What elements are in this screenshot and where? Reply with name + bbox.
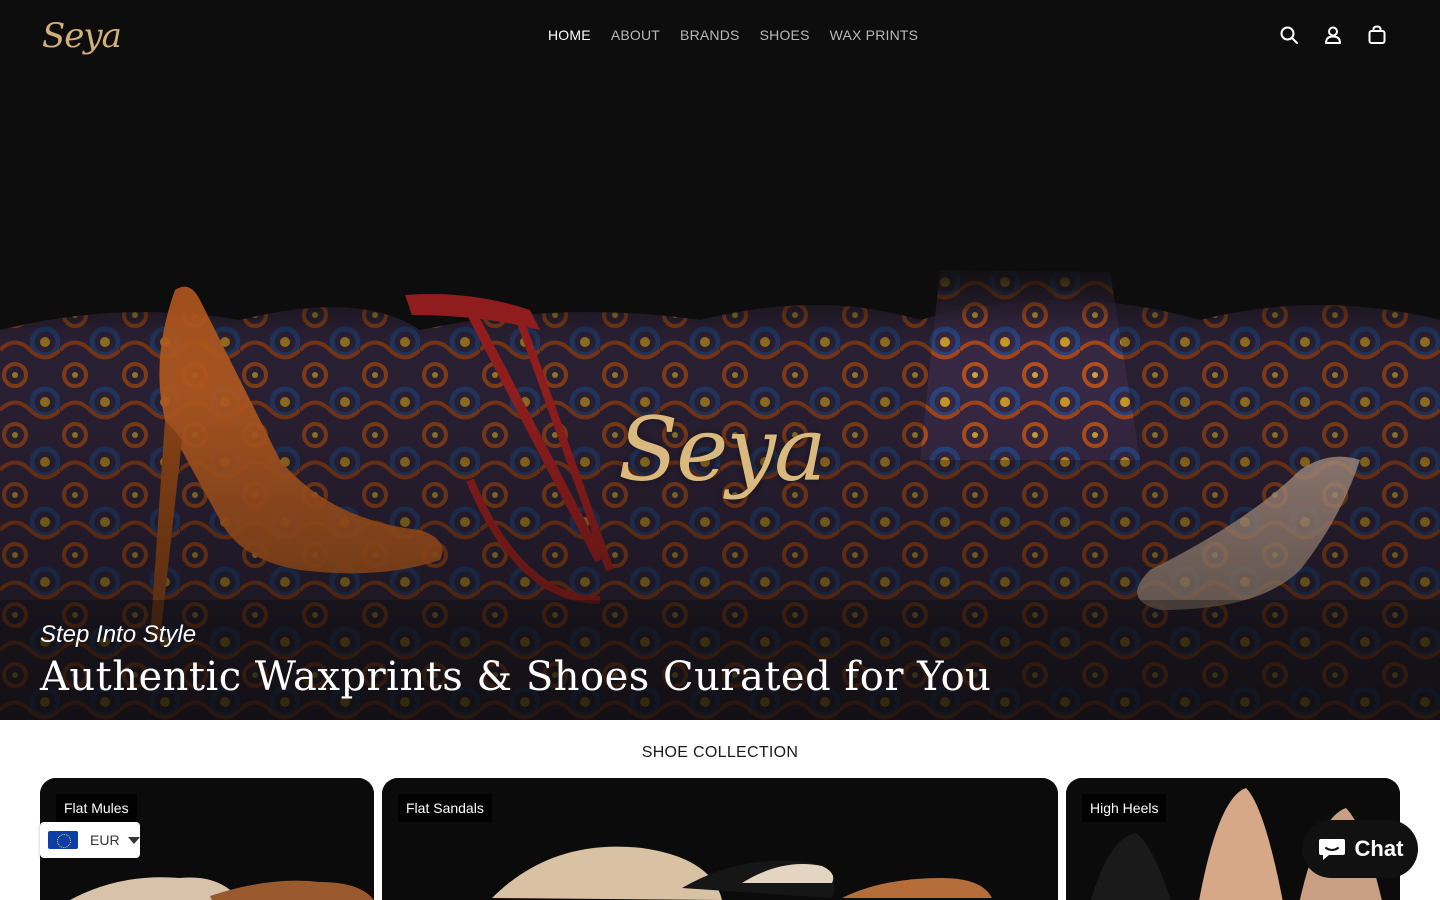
nav-item-home[interactable]: HOME (548, 24, 591, 46)
site-header: Seya HOME ABOUT BRANDS SHOES WAX PRINTS (0, 0, 1440, 72)
chat-label: Chat (1354, 836, 1404, 861)
chevron-down-icon (127, 836, 140, 844)
hero-banner: Seya Step Into Style Authentic Waxprints… (0, 0, 1440, 720)
card-label: Flat Sandals (398, 794, 492, 822)
cart-icon[interactable] (1366, 24, 1388, 46)
card-label: Flat Mules (56, 794, 137, 822)
nav-item-wax-prints[interactable]: WAX PRINTS (830, 24, 919, 46)
header-actions (1278, 24, 1388, 46)
chat-bubble-icon (1318, 839, 1345, 860)
chat-button[interactable]: Chat (1302, 820, 1418, 878)
currency-selector[interactable]: EUR (40, 822, 140, 858)
nav-item-shoes[interactable]: SHOES (760, 24, 810, 46)
search-icon[interactable] (1278, 24, 1300, 46)
account-icon[interactable] (1322, 24, 1344, 46)
collection-card-flat-sandals[interactable]: Flat Sandals (382, 778, 1058, 900)
site-logo[interactable]: Seya (42, 14, 122, 62)
eu-flag-icon (48, 831, 78, 849)
card-label: High Heels (1082, 794, 1167, 822)
hero-logo: Seya (618, 398, 827, 501)
hero-subtitle: Step Into Style (40, 621, 197, 648)
hero-title: Authentic Waxprints & Shoes Curated for … (40, 654, 992, 700)
currency-code: EUR (90, 832, 120, 848)
nav-item-brands[interactable]: BRANDS (680, 24, 740, 46)
nav-item-about[interactable]: ABOUT (611, 24, 660, 46)
collection-heading: SHOE COLLECTION (641, 744, 799, 761)
main-nav: HOME ABOUT BRANDS SHOES WAX PRINTS (548, 24, 918, 46)
hero-overlay (0, 0, 1440, 720)
